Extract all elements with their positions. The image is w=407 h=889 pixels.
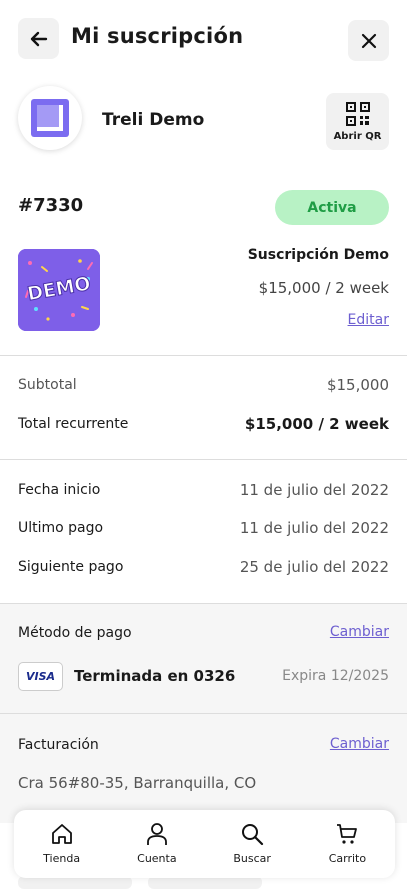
close-button[interactable] [348,20,389,61]
tab-cart[interactable]: Carrito [300,810,395,878]
payment-method-title: Método de pago [18,625,132,641]
user-icon [146,823,167,845]
last-payment-value: 11 de julio del 2022 [239,519,389,537]
divider [0,459,407,460]
product-name: Suscripción Demo [247,247,389,263]
search-icon [242,824,264,846]
edit-link[interactable]: Editar [348,312,389,328]
card-ending: Terminada en 0326 [74,667,236,685]
next-payment-label: Siguiente pago [18,559,124,575]
next-payment-value: 25 de julio del 2022 [239,558,389,576]
cart-icon [337,824,358,844]
bottom-tab-bar: Tienda Cuenta Buscar Carrito [14,810,395,878]
status-badge: Activa [275,190,389,225]
billing-address: Cra 56#80-35, Barranquilla, CO [18,774,257,792]
last-payment-label: Ultimo pago [18,520,104,536]
subtotal-value: $15,000 [326,376,389,394]
billing-title: Facturación [18,737,99,753]
home-icon [51,824,72,844]
product-price: $15,000 / 2 week [258,279,389,297]
page-title: Mi suscripción [71,24,244,48]
tab-store[interactable]: Tienda [14,810,109,878]
subtotal-label: Subtotal [18,377,77,393]
open-qr-button[interactable]: Abrir QR [326,93,389,150]
recurring-total-value: $15,000 / 2 week [244,415,389,433]
change-billing-link[interactable]: Cambiar [330,736,389,752]
qr-code-icon [345,101,370,126]
product-image-art: DEMO [18,249,100,331]
tab-search[interactable]: Buscar [205,810,300,878]
header: Mi suscripción [0,0,407,80]
recurring-total-label: Total recurrente [18,416,129,432]
divider [0,355,407,356]
start-date-label: Fecha inicio [18,482,101,498]
start-date-value: 11 de julio del 2022 [239,481,389,499]
store-logo-icon [31,99,69,137]
store-row: Treli Demo Abrir QR [0,86,407,152]
order-id: #7330 [18,195,84,216]
arrow-left-icon [30,31,47,46]
divider [0,603,407,604]
close-icon [361,33,376,48]
change-payment-link[interactable]: Cambiar [330,624,389,640]
back-button[interactable] [18,18,59,59]
tab-label: Buscar [233,852,271,865]
visa-card-icon: VISA [18,662,63,691]
qr-button-label: Abrir QR [333,130,382,142]
card-expiry: Expira 12/2025 [282,668,389,684]
billing-section [0,713,407,823]
tab-label: Carrito [328,852,367,865]
tab-account[interactable]: Cuenta [109,810,204,878]
tab-label: Cuenta [137,852,177,865]
product-image: DEMO [18,249,100,331]
store-logo [18,86,82,150]
store-name: Treli Demo [102,110,205,130]
divider [0,713,407,714]
tab-label: Tienda [43,852,81,865]
payment-method-section [0,603,407,713]
